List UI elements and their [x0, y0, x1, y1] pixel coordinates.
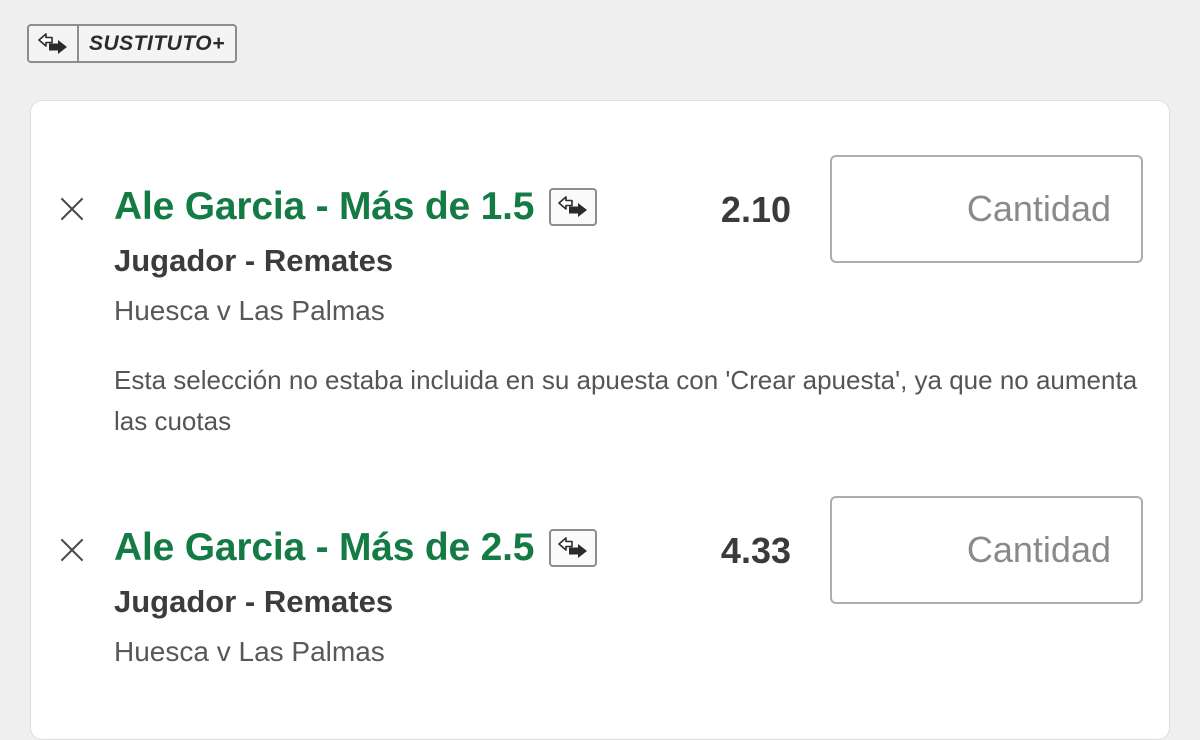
swap-arrows-icon[interactable]: [549, 188, 598, 226]
event-name: Huesca v Las Palmas: [114, 295, 385, 326]
swap-arrows-icon: [29, 26, 79, 61]
stake-input[interactable]: [830, 155, 1143, 263]
stake-input[interactable]: [830, 496, 1143, 604]
betslip-card: Ale Garcia - Más de 1.5 2.10 Jugador - R…: [30, 100, 1170, 740]
selection-title: Ale Garcia - Más de 1.5: [114, 185, 535, 228]
event-name: Huesca v Las Palmas: [114, 636, 385, 667]
selection-odds: 4.33: [720, 530, 791, 571]
selection-title-row: Ale Garcia - Más de 2.5: [114, 526, 598, 570]
sustituto-badge[interactable]: SUSTITUTO+: [27, 24, 237, 63]
selection-notice: Esta selección no estaba incluida en su …: [114, 365, 1138, 436]
market-name: Jugador - Remates: [114, 243, 394, 278]
selection-title: Ale Garcia - Más de 2.5: [114, 526, 535, 569]
market-name: Jugador - Remates: [114, 584, 394, 619]
selection-title-row: Ale Garcia - Más de 1.5: [114, 185, 598, 229]
swap-arrows-icon[interactable]: [549, 529, 598, 567]
badge-label: SUSTITUTO+: [89, 31, 225, 55]
selection-odds: 2.10: [720, 189, 791, 230]
remove-selection-button[interactable]: [57, 535, 87, 565]
remove-selection-button[interactable]: [57, 194, 87, 224]
